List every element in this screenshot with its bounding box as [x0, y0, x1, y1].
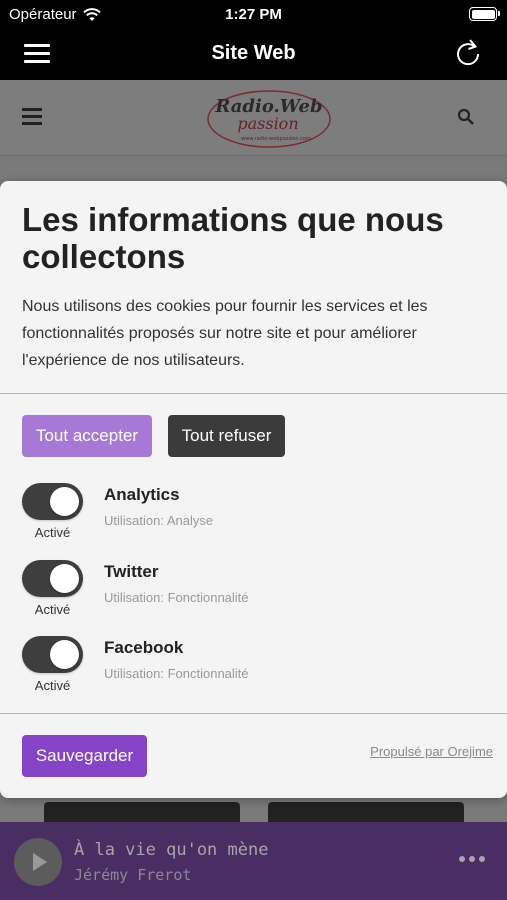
- purpose-name: Twitter: [104, 562, 159, 581]
- divider: [0, 713, 507, 714]
- accept-all-button[interactable]: Tout accepter: [22, 415, 152, 457]
- play-icon[interactable]: [14, 838, 62, 886]
- svg-text:passion: passion: [237, 114, 298, 133]
- analytics-toggle[interactable]: [22, 483, 83, 520]
- track-title: À la vie qu'on mène: [74, 840, 269, 860]
- modal-description: Nous utilisons des cookies pour fournir …: [22, 298, 428, 369]
- more-options-icon[interactable]: [459, 856, 485, 862]
- modal-title: Les informations que nous collectons: [22, 201, 444, 275]
- refresh-icon[interactable]: [453, 38, 483, 68]
- powered-by-link[interactable]: Propulsé par Orejime: [370, 744, 493, 759]
- divider: [0, 393, 507, 394]
- svg-text:www.radio-webpassion.com: www.radio-webpassion.com: [241, 136, 311, 142]
- purpose-item-twitter: Activé Twitter Utilisation: Fonctionnali…: [22, 560, 492, 630]
- track-artist: Jérémy Frerot: [74, 866, 192, 884]
- purpose-item-facebook: Activé Facebook Utilisation: Fonctionnal…: [22, 636, 492, 706]
- purpose-name: Analytics: [104, 485, 180, 504]
- facebook-toggle[interactable]: [22, 636, 83, 673]
- purpose-item-analytics: Activé Analytics Utilisation: Analyse: [22, 483, 492, 553]
- purpose-usage: Utilisation: Analyse: [104, 513, 214, 528]
- mini-player: À la vie qu'on mène Jérémy Frerot: [0, 822, 507, 900]
- site-header: Radio.Web passion www.radio-webpassion.c…: [0, 80, 507, 156]
- purpose-name: Facebook: [104, 638, 184, 657]
- battery-icon: [469, 7, 500, 21]
- twitter-toggle[interactable]: [22, 560, 83, 597]
- toggle-state-label: Activé: [34, 525, 71, 540]
- app-bar: Site Web: [0, 28, 507, 80]
- status-bar: Opérateur 1:27 PM: [0, 0, 507, 28]
- purpose-usage: Utilisation: Fonctionnalité: [104, 590, 249, 605]
- site-menu-icon[interactable]: [22, 108, 42, 125]
- search-icon[interactable]: [457, 108, 475, 126]
- purpose-usage: Utilisation: Fonctionnalité: [104, 666, 249, 681]
- toggle-state-label: Activé: [34, 678, 71, 693]
- page-title: Site Web: [211, 42, 296, 64]
- toggle-state-label: Activé: [34, 602, 71, 617]
- refuse-all-button[interactable]: Tout refuser: [168, 415, 285, 457]
- cookie-consent-modal: Les informations que nous collectons Nou…: [0, 181, 507, 798]
- content-thumbnails: [44, 802, 464, 822]
- radio-web-passion-logo[interactable]: Radio.Web passion www.radio-webpassion.c…: [206, 88, 332, 150]
- clock: 1:27 PM: [225, 6, 282, 23]
- save-button[interactable]: Sauvegarder: [22, 735, 147, 777]
